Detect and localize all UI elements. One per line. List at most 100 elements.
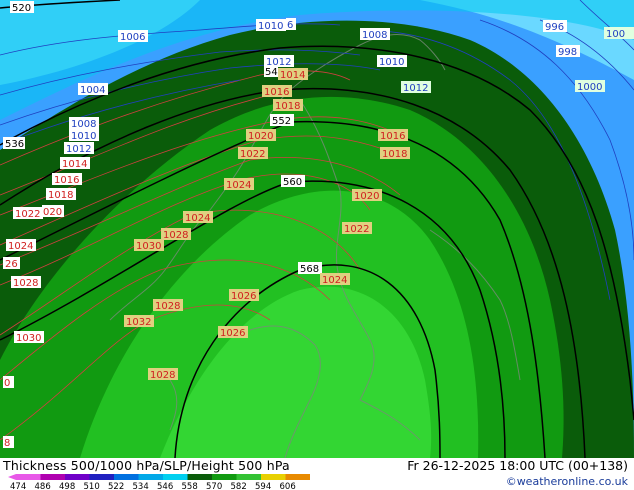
slp-label-low: 1000 [575, 80, 605, 93]
svg-text:1018: 1018 [48, 190, 73, 201]
map-canvas: 520 536 54 552 560 568 1014 1016 1018 10… [0, 0, 634, 458]
slp-label-high: 1028 [11, 276, 41, 289]
slp-label-low: 1012 [64, 142, 94, 155]
height-label-text: 560 [283, 177, 302, 188]
svg-text:1016: 1016 [54, 175, 79, 186]
slp-label-high: 020 [42, 205, 64, 218]
scale-tick-label: 546 [157, 482, 173, 490]
svg-text:1008: 1008 [71, 119, 96, 130]
svg-text:1024: 1024 [322, 275, 347, 286]
slp-label-low: 1004 [78, 83, 108, 96]
slp-label-low: 998 [556, 45, 580, 58]
slp-label-high: 1024 [224, 178, 254, 191]
slp-label-low: 1006 [118, 30, 148, 43]
scale-tick-label: 594 [255, 482, 271, 490]
scale-swatch [114, 474, 139, 480]
svg-text:1024: 1024 [8, 241, 33, 252]
slp-label-high: 1026 [218, 326, 248, 339]
slp-label-high: 1024 [320, 273, 350, 286]
slp-label-high: 1014 [60, 157, 90, 170]
svg-text:1010: 1010 [71, 131, 96, 142]
height-label: 552 [270, 114, 294, 127]
svg-text:1018: 1018 [382, 149, 407, 160]
svg-text:1016: 1016 [380, 131, 405, 142]
scale-swatch [138, 474, 163, 480]
slp-label-high: 1018 [273, 99, 303, 112]
svg-text:998: 998 [558, 47, 577, 58]
slp-label-low: 1012 [264, 55, 294, 68]
height-label: 520 [10, 1, 34, 14]
svg-text:1018: 1018 [275, 101, 300, 112]
scale-swatch [40, 474, 65, 480]
thickness-color-scale: 474 486 498 510 522 534 546 558 570 582 594 606 [8, 474, 310, 490]
svg-text:1014: 1014 [62, 159, 87, 170]
svg-text:1022: 1022 [15, 209, 40, 220]
slp-label-high: 1026 [229, 289, 259, 302]
slp-label-high: 1014 [278, 68, 308, 81]
svg-text:1012: 1012 [403, 83, 428, 94]
slp-label-high: 1030 [14, 331, 44, 344]
valid-time: Fr 26-12-2025 18:00 UTC (00+138) [407, 458, 628, 473]
slp-label-low: 1012 [401, 81, 431, 94]
slp-label-high: 1016 [52, 173, 82, 186]
svg-text:1028: 1028 [13, 278, 38, 289]
svg-text:1026: 1026 [220, 328, 245, 339]
scale-swatch [261, 474, 286, 480]
scale-tick-label: 606 [280, 482, 296, 490]
slp-label-high: 1028 [161, 228, 191, 241]
svg-text:1010: 1010 [258, 21, 283, 32]
slp-label-high: 1022 [13, 207, 43, 220]
height-label-text: 520 [12, 3, 31, 14]
scale-tick-label: 474 [10, 482, 26, 490]
slp-label-high: 26 [3, 257, 20, 270]
height-label-text: 552 [272, 116, 291, 127]
slp-label-low: 1008 [360, 28, 390, 41]
slp-label-high: 1020 [246, 129, 276, 142]
svg-text:1020: 1020 [248, 131, 273, 142]
scale-tick-label: 522 [108, 482, 124, 490]
weather-map: 520 536 54 552 560 568 1014 1016 1018 10… [0, 0, 634, 458]
slp-label-high: 1020 [352, 189, 382, 202]
svg-text:1028: 1028 [155, 301, 180, 312]
slp-label-low: 1010 [256, 19, 286, 32]
svg-text:1000: 1000 [577, 82, 602, 93]
slp-label-high: 1028 [153, 299, 183, 312]
scale-swatch [187, 474, 212, 480]
svg-text:1022: 1022 [344, 224, 369, 235]
svg-text:1022: 1022 [240, 149, 265, 160]
scale-tick-label: 534 [133, 482, 149, 490]
svg-text:1020: 1020 [354, 191, 379, 202]
svg-text:1010: 1010 [379, 57, 404, 68]
svg-text:1012: 1012 [66, 144, 91, 155]
svg-text:1012: 1012 [266, 57, 291, 68]
scale-tick-label: 582 [231, 482, 247, 490]
scale-tick-label: 498 [59, 482, 75, 490]
slp-label-low: 1010 [377, 55, 407, 68]
height-label: 536 [3, 137, 25, 150]
slp-label-high: 8 [3, 436, 14, 449]
svg-text:6: 6 [287, 20, 293, 31]
credit-link[interactable]: ©weatheronline.co.uk [506, 475, 628, 488]
slp-label-high: 1024 [183, 211, 213, 224]
height-label: 560 [281, 175, 305, 188]
svg-text:1026: 1026 [231, 291, 256, 302]
scale-tick-label: 510 [84, 482, 100, 490]
height-label-text: 54 [265, 67, 278, 78]
height-label: 568 [298, 262, 322, 275]
scale-swatch [163, 474, 188, 480]
svg-text:1032: 1032 [126, 317, 151, 328]
slp-label-low: 996 [543, 20, 567, 33]
scale-swatch [65, 474, 90, 480]
svg-text:1004: 1004 [80, 85, 105, 96]
map-title: Thickness 500/1000 hPa/SLP/Height 500 hP… [3, 458, 290, 473]
slp-label-high: 1022 [238, 147, 268, 160]
svg-text:1024: 1024 [185, 213, 210, 224]
height-label-text: 536 [5, 139, 24, 150]
svg-text:1030: 1030 [16, 333, 41, 344]
slp-label-low: 1010 [69, 129, 99, 142]
slp-label-low: 6 [286, 18, 296, 31]
slp-label-high: 1016 [262, 85, 292, 98]
slp-label-low: 100 [604, 27, 634, 40]
height-label-text: 568 [300, 264, 319, 275]
slp-label-high: 1022 [342, 222, 372, 235]
